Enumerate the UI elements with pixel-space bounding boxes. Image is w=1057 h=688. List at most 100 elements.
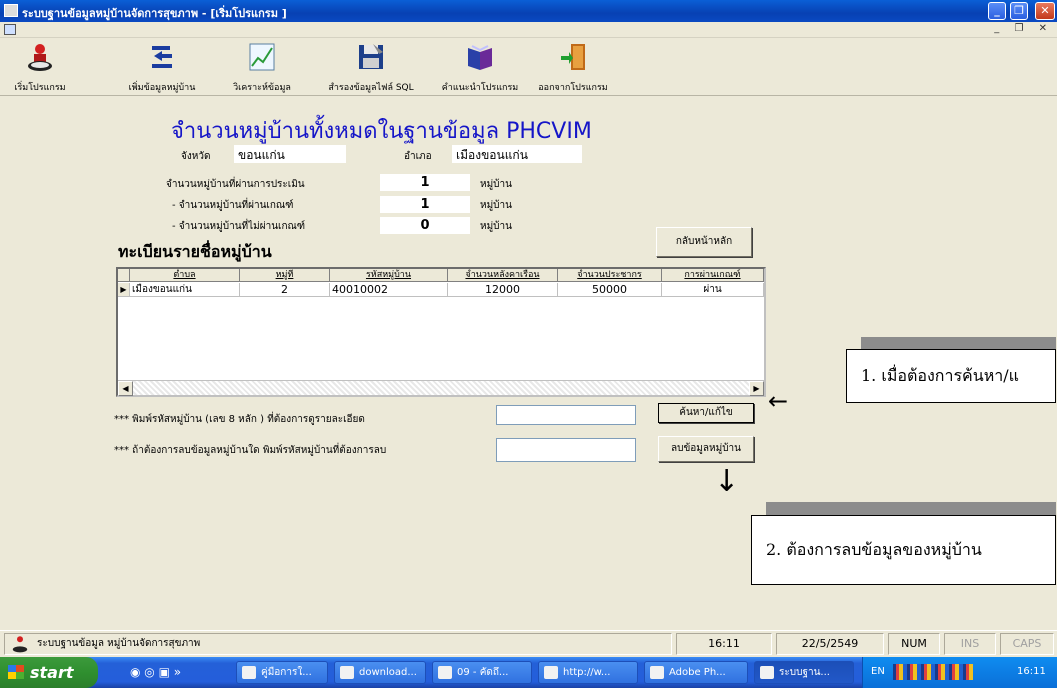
toolbar-label: สำรองข้อมูลไฟล์ SQL xyxy=(328,83,414,93)
tray-clock: 16:11 xyxy=(1017,666,1046,677)
taskbar-item[interactable]: 09 - คัดถึ... xyxy=(432,661,532,684)
toolbar-add-village-button[interactable]: เพิ่มข้อมูลหมู่บ้าน xyxy=(112,38,212,94)
status-time: 16:11 xyxy=(676,633,772,655)
taskbar-item-active[interactable]: ระบบฐาน... xyxy=(754,661,854,684)
grid-header[interactable]: รหัสหมู่บ้าน xyxy=(330,269,448,282)
district-field[interactable]: เมืองขอนแก่น xyxy=(452,145,582,163)
toolbar-label: เพิ่มข้อมูลหมู่บ้าน xyxy=(128,83,196,93)
grid-cell[interactable]: 2 xyxy=(240,283,330,297)
ie-icon xyxy=(544,666,558,679)
maximize-button[interactable]: ❐ xyxy=(1010,2,1028,20)
photoshop-icon xyxy=(650,666,664,679)
book-icon xyxy=(468,45,492,70)
start-button[interactable]: start xyxy=(0,657,98,688)
count-unit: หมู่บ้าน xyxy=(480,221,512,232)
grid-cell[interactable]: เมืองขอนแก่น xyxy=(130,283,240,297)
taskbar-item-label: Adobe Ph... xyxy=(669,667,726,678)
taskbar-item-label: http://w... xyxy=(563,667,611,678)
person-icon xyxy=(28,44,52,71)
document-icon[interactable] xyxy=(4,24,16,35)
toolbar-backup-button[interactable]: สำรองข้อมูลไฟล์ SQL xyxy=(316,38,426,94)
callout-search: 1. เมื่อต้องการค้นหา/แ xyxy=(846,349,1056,403)
page-title: จำนวนหมู่บ้านทั้งหมดในฐานข้อมูล PHCVIM xyxy=(171,119,592,144)
toolbar-start-button[interactable]: เริ่มโปรแกรม xyxy=(0,38,80,94)
district-label: อำเภอ xyxy=(404,151,432,162)
arrows-icon xyxy=(152,46,172,68)
window-title: ระบบฐานข้อมูลหมู่บ้านจัดการสุขภาพ - [เริ… xyxy=(22,7,287,20)
taskbar-item[interactable]: http://w... xyxy=(538,661,638,684)
scroll-left-icon[interactable]: ◀ xyxy=(118,381,133,396)
status-ins: INS xyxy=(944,633,996,655)
grid-header[interactable]: การผ่านเกณฑ์ xyxy=(662,269,764,282)
toolbar-help-button[interactable]: คำแนะนำโปรแกรม xyxy=(436,38,524,94)
arrow-down-icon: ↓ xyxy=(714,464,740,499)
close-button[interactable]: ✕ xyxy=(1035,2,1055,20)
taskbar-item-label: ระบบฐาน... xyxy=(779,667,830,678)
province-field[interactable]: ขอนแก่น xyxy=(234,145,346,163)
toolbar-label: คำแนะนำโปรแกรม xyxy=(441,83,519,93)
language-indicator[interactable]: EN xyxy=(871,666,885,677)
grid-cell[interactable]: ผ่าน xyxy=(662,283,764,297)
main-form: จำนวนหมู่บ้านทั้งหมดในฐานข้อมูล PHCVIM จ… xyxy=(6,97,1056,626)
taskbar-item-label: 09 - คัดถึ... xyxy=(457,667,509,678)
taskbar-item[interactable]: คู่มือการใ... xyxy=(236,661,328,684)
taskbar-item[interactable]: download... xyxy=(334,661,426,684)
status-num: NUM xyxy=(888,633,940,655)
quicklaunch-icons[interactable]: ◉ ◎ ▣ » xyxy=(130,665,181,679)
toolbar-label: ออกจากโปรแกรม xyxy=(538,83,608,93)
toolbar-exit-button[interactable]: ออกจากโปรแกรม xyxy=(530,38,616,94)
status-date: 22/5/2549 xyxy=(776,633,884,655)
grid-cell[interactable]: 12000 xyxy=(448,283,558,297)
count-unit: หมู่บ้าน xyxy=(480,200,512,211)
window-title-bar[interactable]: ระบบฐานข้อมูลหมู่บ้านจัดการสุขภาพ - [เริ… xyxy=(0,0,1057,22)
search-edit-button[interactable]: ค้นหา/แก้ไข xyxy=(658,403,754,423)
music-icon xyxy=(438,666,452,679)
taskbar-item[interactable]: Adobe Ph... xyxy=(644,661,748,684)
status-caps: CAPS xyxy=(1000,633,1054,655)
horizontal-scrollbar[interactable]: ◀ ▶ xyxy=(118,380,764,396)
count-unit: หมู่บ้าน xyxy=(480,179,512,190)
word-icon xyxy=(242,666,256,679)
grid-header[interactable]: จำนวนหลังคาเรือน xyxy=(448,269,558,282)
grid-header[interactable]: จำนวนประชากร xyxy=(558,269,662,282)
mdi-window-controls[interactable]: _ ❐ ✕ xyxy=(994,23,1053,34)
windows-logo-icon xyxy=(8,665,24,679)
count-evaluated-label: จำนวนหมู่บ้านที่ผ่านการประเมิน xyxy=(166,179,305,190)
province-label: จังหวัด xyxy=(181,151,211,162)
count-failed-label: - จำนวนหมู่บ้านที่ไม่ผ่านเกณฑ์ xyxy=(172,221,306,232)
floppy-icon xyxy=(359,44,383,69)
count-passed-value: 1 xyxy=(380,196,470,213)
grid-header[interactable]: หมู่ที่ xyxy=(240,269,330,282)
status-bar: ระบบฐานข้อมูล หมู่บ้านจัดการสุขภาพ 16:11… xyxy=(0,630,1057,656)
taskbar-item-label: คู่มือการใ... xyxy=(261,667,312,678)
grid-cell[interactable]: 50000 xyxy=(558,283,662,297)
callout-shadow xyxy=(766,502,1056,516)
arrow-left-icon: ← xyxy=(768,387,789,415)
toolbar-analyze-button[interactable]: วิเคราะห์ข้อมูล xyxy=(222,38,302,94)
grid-header[interactable]: ตำบล xyxy=(130,269,240,282)
system-tray: EN 16:11 xyxy=(862,657,1057,688)
status-app-name: ระบบฐานข้อมูล หมู่บ้านจัดการสุขภาพ xyxy=(4,633,672,655)
back-to-main-button[interactable]: กลับหน้าหลัก xyxy=(656,227,752,257)
toolbar: เริ่มโปรแกรม เพิ่มข้อมูลหมู่บ้าน วิเคราะ… xyxy=(0,38,1057,96)
delete-input[interactable] xyxy=(496,438,636,462)
tray-icons[interactable] xyxy=(893,664,973,680)
village-grid[interactable]: ตำบล หมู่ที่ รหัสหมู่บ้าน จำนวนหลังคาเรื… xyxy=(116,267,766,397)
taskbar-item-label: download... xyxy=(359,667,417,678)
mdi-menu-bar: _ ❐ ✕ xyxy=(0,22,1057,38)
toolbar-label: เริ่มโปรแกรม xyxy=(14,83,66,93)
search-input[interactable] xyxy=(496,405,636,425)
app-logo-icon xyxy=(12,636,28,653)
delete-village-button[interactable]: ลบข้อมูลหมู่บ้าน xyxy=(658,436,754,462)
row-indicator[interactable]: ▶ xyxy=(118,283,130,297)
app-icon xyxy=(760,666,774,679)
ie-icon xyxy=(340,666,354,679)
grid-corner xyxy=(118,269,130,282)
exit-door-icon xyxy=(561,44,585,70)
grid-cell[interactable]: 40010002 xyxy=(330,283,448,297)
count-passed-label: - จำนวนหมู่บ้านที่ผ่านเกณฑ์ xyxy=(172,200,294,211)
scroll-right-icon[interactable]: ▶ xyxy=(749,381,764,396)
count-evaluated-value: 1 xyxy=(380,174,470,191)
minimize-button[interactable]: _ xyxy=(988,2,1006,20)
register-heading: ทะเบียนรายชื่อหมู่บ้าน xyxy=(118,242,272,261)
